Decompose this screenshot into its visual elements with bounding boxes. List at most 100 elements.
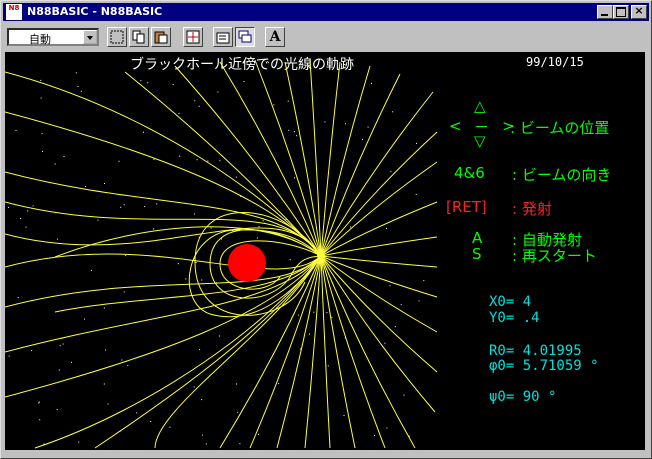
param-r0: R0= 4.01995 — [489, 343, 582, 359]
star — [278, 383, 280, 385]
help-ret-key: [RET] — [446, 198, 487, 216]
star — [343, 415, 345, 416]
background-button[interactable] — [235, 27, 255, 47]
mode-select[interactable]: 自動 — [7, 28, 99, 46]
basic-screen[interactable]: ブラックホール近傍での光線の軌跡 99/10/15 △ < － > : ビームの… — [5, 52, 645, 450]
light-ray — [309, 59, 322, 257]
light-ray — [254, 59, 322, 257]
star — [367, 126, 369, 128]
param-x0: X0= 4 — [489, 294, 532, 310]
star — [127, 365, 129, 366]
mode-select-value: 自動 — [29, 33, 51, 46]
light-ray — [219, 61, 322, 257]
star — [207, 160, 209, 162]
star — [313, 311, 315, 313]
star — [54, 163, 56, 165]
star — [205, 443, 207, 445]
help-direction-key: 4&6 — [454, 164, 485, 182]
beam-source — [317, 252, 325, 260]
star — [150, 420, 152, 422]
star — [143, 131, 144, 133]
light-ray — [320, 255, 438, 268]
star — [288, 129, 290, 131]
font-button-label: A — [269, 29, 281, 45]
star — [42, 150, 43, 152]
paste-button[interactable] — [151, 27, 171, 47]
star — [392, 111, 394, 113]
star — [195, 261, 197, 263]
star — [123, 291, 125, 293]
help-s-label: : 再スタート — [512, 247, 597, 265]
star — [179, 155, 181, 157]
star — [198, 105, 200, 107]
star — [362, 138, 363, 140]
title-bar[interactable]: N8 N88BASIC - N88BASIC × — [3, 3, 649, 21]
star — [63, 156, 65, 157]
star — [32, 205, 34, 207]
minimize-button[interactable] — [597, 5, 613, 19]
star — [8, 206, 9, 208]
star — [147, 82, 149, 84]
font-button[interactable]: A — [265, 27, 285, 47]
light-ray — [5, 255, 322, 353]
star — [71, 361, 72, 363]
help-down-arrow: ▽ — [474, 132, 486, 150]
star — [219, 160, 221, 162]
light-ray — [320, 65, 371, 257]
star — [394, 326, 396, 328]
star-field — [8, 72, 425, 445]
star — [103, 383, 105, 385]
chevron-down-icon[interactable] — [83, 30, 97, 44]
light-ray — [94, 255, 322, 449]
light-ray — [320, 61, 341, 257]
light-ray — [5, 255, 322, 398]
light-ray — [54, 226, 322, 258]
star — [350, 226, 352, 228]
minimize-icon — [601, 14, 608, 16]
star — [326, 312, 328, 314]
light-ray — [320, 255, 386, 449]
star — [59, 345, 61, 347]
star — [27, 210, 29, 212]
light-ray — [320, 131, 438, 257]
star — [120, 206, 122, 208]
param-y0: Y0= .4 — [489, 310, 540, 326]
select-button[interactable] — [107, 27, 127, 47]
star — [125, 255, 127, 257]
maximize-icon — [616, 7, 626, 17]
light-ray — [124, 71, 322, 257]
star — [77, 86, 79, 87]
star — [84, 318, 86, 320]
star — [31, 350, 33, 352]
star — [324, 121, 326, 123]
star — [221, 238, 222, 240]
param-phi0: φ0= 5.71059 ° — [489, 358, 599, 374]
light-ray — [320, 255, 438, 333]
help-s-key: S — [472, 245, 482, 263]
star — [172, 84, 174, 85]
star — [239, 443, 241, 445]
star — [201, 399, 203, 401]
copy-button[interactable] — [129, 27, 149, 47]
close-button[interactable]: × — [631, 4, 647, 19]
star — [196, 159, 198, 161]
full-screen-button[interactable] — [183, 27, 203, 47]
star — [123, 204, 125, 206]
maximize-button[interactable] — [613, 5, 629, 19]
star — [118, 160, 120, 162]
light-ray — [320, 73, 401, 257]
star — [309, 333, 310, 335]
star — [40, 97, 42, 99]
properties-button[interactable] — [213, 27, 233, 47]
star — [217, 91, 219, 93]
light-ray — [5, 111, 322, 257]
date-label: 99/10/15 — [526, 55, 584, 69]
star — [201, 279, 203, 281]
app-icon[interactable]: N8 — [6, 4, 22, 20]
star — [210, 227, 212, 229]
help-up-arrow: △ — [474, 97, 486, 115]
star — [97, 219, 99, 221]
help-direction-label: : ビームの向き — [512, 166, 612, 184]
star — [178, 112, 180, 114]
star — [17, 297, 19, 299]
